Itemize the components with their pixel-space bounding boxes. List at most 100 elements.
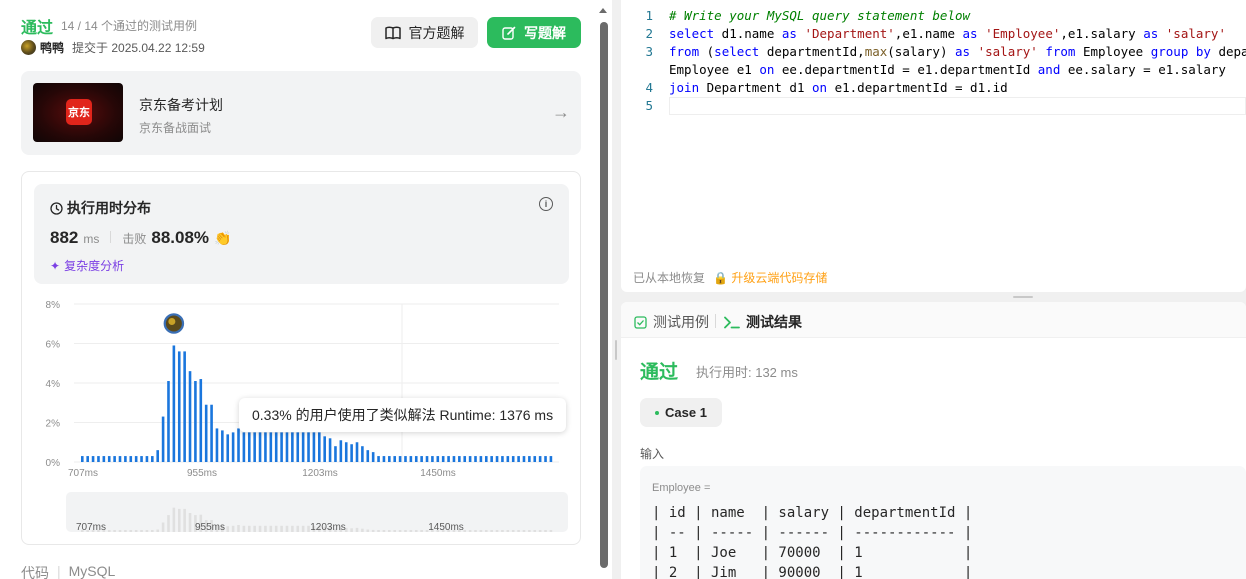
chart-bar bbox=[371, 452, 375, 462]
chart-bar bbox=[301, 432, 305, 462]
arrow-right-icon[interactable]: → bbox=[552, 102, 570, 123]
chart-bar bbox=[355, 442, 359, 462]
scroll-up-arrow-icon[interactable] bbox=[599, 8, 607, 13]
chart-bar bbox=[323, 436, 326, 462]
chart-bar bbox=[151, 456, 154, 462]
code-text: # Write your MySQL query statement below bbox=[669, 8, 971, 23]
navigator-bar bbox=[414, 530, 418, 532]
chart-bar bbox=[398, 456, 402, 462]
chart-bar bbox=[124, 456, 127, 462]
tab-testcases-label: 测试用例 bbox=[653, 314, 709, 330]
navigator-bar bbox=[533, 530, 537, 532]
chart-bar bbox=[495, 456, 499, 462]
chart-bar bbox=[237, 428, 240, 462]
tab-testcases[interactable]: 测试用例 bbox=[634, 312, 709, 332]
terminal-icon bbox=[724, 316, 740, 328]
horizontal-resize-handle[interactable] bbox=[1013, 296, 1033, 298]
chart-bar bbox=[280, 432, 283, 462]
navigator-bar bbox=[538, 530, 542, 532]
navigator-bar bbox=[226, 526, 230, 532]
test-result-panel: 测试用例 测试结果 通过 执行用时: 132 ms Case 1 输入 Empl… bbox=[621, 302, 1246, 579]
vertical-resize-handle[interactable] bbox=[615, 340, 617, 360]
upgrade-storage-link[interactable]: 🔒 升级云端代码存储 bbox=[713, 269, 827, 286]
chart-bar bbox=[312, 432, 316, 462]
chart-bar bbox=[388, 456, 391, 462]
chart-bar bbox=[285, 432, 289, 462]
chart-bar bbox=[479, 456, 483, 462]
chart-bar bbox=[107, 456, 111, 462]
navigator-bar bbox=[366, 529, 370, 532]
x-tick-label: 1450ms bbox=[420, 468, 456, 479]
chart-bar bbox=[517, 456, 520, 462]
chart-bar bbox=[339, 440, 343, 462]
code-footer: 代码 | MySQL bbox=[21, 563, 115, 579]
submission-status: 通过 bbox=[21, 20, 54, 37]
case-1-button[interactable]: Case 1 bbox=[640, 398, 722, 427]
write-solution-button[interactable]: 写题解 bbox=[487, 17, 581, 48]
avatar[interactable] bbox=[21, 40, 36, 55]
tab-test-result[interactable]: 测试结果 bbox=[724, 312, 802, 332]
chart-bar bbox=[328, 438, 332, 462]
submitted-time: 提交于 2025.04.22 12:59 bbox=[72, 41, 205, 55]
result-status: 通过 bbox=[640, 362, 679, 383]
promo-image: 京东 bbox=[33, 83, 123, 142]
navigator-bar bbox=[167, 515, 170, 532]
navigator-bar bbox=[107, 530, 111, 532]
runtime-distribution-chart[interactable]: 8% 6% 4% 2% 0% 707ms 955ms 1203ms 1450ms 707ms 955… bbox=[22, 172, 582, 546]
navigator-bar bbox=[253, 525, 256, 532]
official-solution-label: 官方题解 bbox=[408, 24, 465, 41]
navigator-bar bbox=[409, 530, 413, 532]
code-text: join Department d1 on e1.departmentId = … bbox=[669, 80, 1008, 95]
code-text: Employee e1 on ee.departmentId = e1.depa… bbox=[669, 62, 1226, 77]
navigator-bar bbox=[172, 507, 176, 532]
chart-bar bbox=[538, 456, 542, 462]
chart-bar bbox=[226, 434, 230, 462]
user-name[interactable]: 鸭鸭 bbox=[40, 39, 64, 56]
navigator-bar bbox=[274, 525, 278, 532]
chart-bar bbox=[161, 416, 165, 462]
chart-bar bbox=[247, 432, 251, 462]
navigator-bar bbox=[393, 530, 397, 532]
chart-bar bbox=[447, 456, 450, 462]
navigator-bar bbox=[371, 529, 375, 532]
table-row: | -- | ----- | ------ | ------------ | bbox=[652, 525, 973, 541]
book-icon bbox=[384, 26, 401, 39]
write-solution-label: 写题解 bbox=[524, 24, 566, 41]
chart-bar bbox=[307, 432, 310, 462]
chart-bar bbox=[409, 456, 413, 462]
line-number: 4 bbox=[645, 80, 653, 95]
testcase-summary: 14 / 14 个通过的测试用例 bbox=[61, 19, 198, 33]
chart-bar bbox=[484, 456, 488, 462]
navigator-bar bbox=[522, 530, 526, 532]
current-line-highlight bbox=[669, 97, 1246, 115]
navigator-tick-label: 1450ms bbox=[428, 522, 464, 533]
official-solution-button[interactable]: 官方题解 bbox=[371, 17, 478, 48]
navigator-bar bbox=[280, 525, 283, 532]
divider bbox=[715, 314, 716, 328]
code-label: 代码 bbox=[21, 565, 49, 579]
chart-bar bbox=[474, 456, 477, 462]
promo-subtitle: 京东备战面试 bbox=[139, 121, 212, 135]
navigator-bar bbox=[188, 513, 192, 532]
chart-bar bbox=[253, 432, 256, 462]
user-avatar-image bbox=[168, 317, 176, 325]
runtime-stats-card: 执行用时分布 i 882 ms 击败 88.08% 👏 ✦ 复杂度分析 8% 6%… bbox=[21, 171, 581, 545]
code-editor[interactable]: 1 # Write your MySQL query statement belo… bbox=[621, 0, 1246, 292]
chart-bar bbox=[458, 456, 461, 462]
chart-bar bbox=[156, 450, 160, 462]
scrollbar[interactable] bbox=[600, 22, 608, 568]
chart-bar bbox=[199, 379, 203, 462]
navigator-bar bbox=[258, 525, 262, 532]
promo-card[interactable]: 京东 京东备考计划 京东备战面试 → bbox=[21, 71, 581, 155]
chart-bar bbox=[221, 430, 224, 462]
chart-bar bbox=[344, 442, 348, 462]
line-number: 3 bbox=[645, 44, 653, 59]
chart-bar bbox=[91, 456, 95, 462]
chart-bar bbox=[113, 456, 116, 462]
chart-bar bbox=[134, 456, 138, 462]
navigator-bar bbox=[151, 530, 154, 532]
navigator-bar bbox=[404, 530, 407, 532]
chart-bar bbox=[533, 456, 537, 462]
chart-bar bbox=[366, 450, 370, 462]
navigator-bar bbox=[361, 528, 364, 532]
